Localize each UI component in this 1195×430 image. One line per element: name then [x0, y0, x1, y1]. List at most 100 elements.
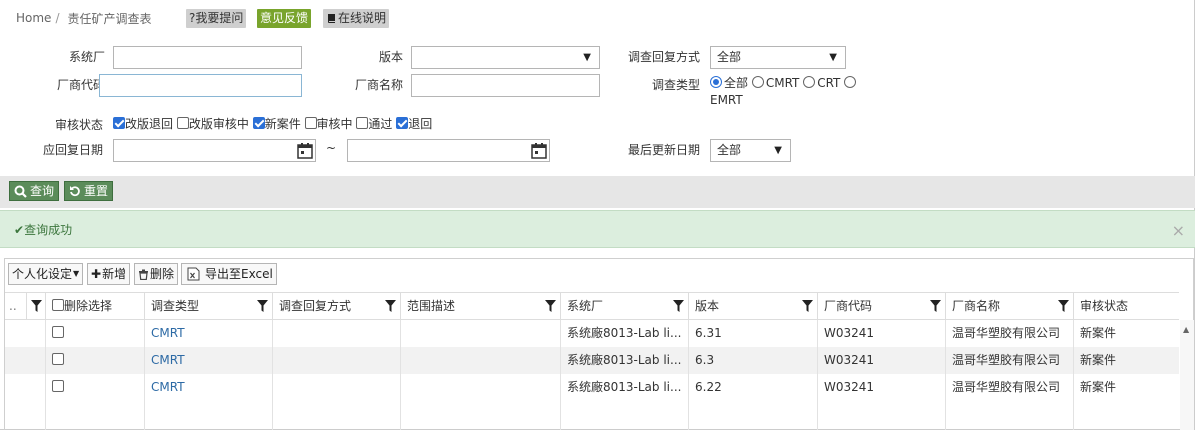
checkbox-icon[interactable]	[52, 353, 64, 365]
personalize-label: 个人化设定	[12, 267, 73, 281]
column-filter[interactable]	[27, 293, 46, 319]
reply-method-cell	[273, 320, 401, 347]
radio-icon	[844, 76, 857, 88]
filter-icon[interactable]	[673, 300, 684, 312]
filter-icon[interactable]	[385, 300, 396, 312]
ask-question-button[interactable]: ?我要提问	[186, 9, 247, 28]
reply-method-cell	[273, 347, 401, 374]
survey-type-option-cmrt[interactable]: CMRT	[751, 76, 800, 90]
calendar-icon[interactable]	[531, 142, 547, 159]
checkbox-icon[interactable]	[52, 326, 64, 338]
scope-cell	[401, 374, 561, 401]
column-header-scope[interactable]: 范围描述	[401, 293, 561, 319]
vendor-name-input[interactable]	[411, 74, 600, 97]
radio-icon	[751, 76, 764, 88]
online-manual-label: 在线说明	[338, 11, 387, 25]
online-manual-button[interactable]: 在线说明	[323, 9, 390, 28]
close-icon[interactable]: ×	[1172, 221, 1185, 240]
column-header-vendor-name[interactable]: 厂商名称	[946, 293, 1074, 319]
system-factory-cell: 系统廠8013-Lab li...	[561, 374, 689, 401]
survey-type-link[interactable]: CMRT	[145, 320, 273, 347]
reply-method-select[interactable]: 全部 ▼	[710, 46, 846, 69]
checkbox-icon[interactable]	[52, 380, 64, 392]
delete-button[interactable]: 删除	[134, 263, 179, 285]
row-selector-cell[interactable]	[5, 374, 46, 401]
version-cell: 6.3	[689, 347, 818, 374]
calendar-icon[interactable]	[297, 142, 313, 159]
survey-type-link[interactable]: CMRT	[145, 374, 273, 401]
column-header-label: 厂商代码	[824, 299, 873, 313]
delete-select-cell[interactable]	[46, 347, 145, 374]
column-header-reply-method[interactable]: 调查回复方式	[273, 293, 401, 319]
column-header-label: 系统厂	[567, 299, 604, 313]
survey-type-option-crt[interactable]: CRT	[803, 76, 840, 90]
column-header-row-selector[interactable]: ..	[5, 293, 27, 319]
review-status-cell: 新案件	[1080, 380, 1117, 394]
survey-type-option-all[interactable]: 全部	[710, 76, 748, 90]
survey-type-link[interactable]: CMRT	[145, 347, 273, 374]
scroll-up-icon[interactable]: ▲	[1183, 325, 1189, 334]
plus-icon: ✚	[91, 267, 102, 281]
table-row[interactable]: CMRT 系统廠8013-Lab li... 6.31 W03241 温哥华塑胶…	[5, 320, 1179, 347]
vendor-code-cell: W03241	[818, 374, 946, 401]
reset-button[interactable]: 重置	[64, 181, 114, 201]
column-header-system-factory[interactable]: 系统厂	[561, 293, 689, 319]
checkbox-icon[interactable]	[52, 299, 64, 311]
filter-icon[interactable]	[802, 300, 813, 312]
query-button[interactable]: 查询	[9, 181, 60, 201]
column-header-label: 调查回复方式	[279, 299, 352, 313]
export-excel-button[interactable]: 导出至Excel	[181, 263, 277, 285]
review-status-option[interactable]: 通过	[356, 117, 392, 131]
column-header-delete-select[interactable]: 删除选择	[46, 293, 145, 319]
row-selector-cell[interactable]	[5, 320, 46, 347]
column-header-version[interactable]: 版本	[689, 293, 818, 319]
reply-method-cell	[273, 374, 401, 401]
table-row[interactable]: CMRT 系统廠8013-Lab li... 6.22 W03241 温哥华塑胶…	[5, 374, 1179, 401]
column-header-label: 版本	[695, 299, 720, 313]
filter-icon[interactable]	[545, 300, 556, 312]
review-status-option-label: 退回	[408, 117, 433, 131]
reply-date-to-input[interactable]	[347, 139, 550, 162]
feedback-button[interactable]: 意见反馈	[257, 9, 312, 28]
column-header-review-status[interactable]: 审核状态	[1074, 293, 1179, 319]
search-action-bar: 查询 重置	[0, 176, 1195, 208]
table-row[interactable]: CMRT 系统廠8013-Lab li... 6.3 W03241 温哥华塑胶有…	[5, 347, 1179, 374]
empty-cell	[145, 401, 273, 430]
caret-down-icon: ▼	[774, 145, 782, 156]
survey-type-option-label: EMRT	[710, 93, 743, 107]
reply-date-from-input[interactable]	[113, 139, 316, 162]
last-update-label: 最后更新日期	[627, 143, 700, 157]
delete-select-cell[interactable]	[46, 374, 145, 401]
vertical-scrollbar[interactable]: ▲	[1180, 320, 1194, 430]
success-alert: ✔查询成功 ×	[0, 210, 1195, 248]
success-message-text: 查询成功	[24, 223, 73, 237]
survey-type-label: 调查类型	[651, 78, 700, 92]
add-button[interactable]: ✚ 新增	[87, 263, 131, 285]
filter-icon[interactable]	[1058, 300, 1069, 312]
filter-icon[interactable]	[930, 300, 941, 312]
review-status-option[interactable]: 新案件	[252, 117, 301, 131]
system-factory-cell: 系统廠8013-Lab li...	[561, 320, 689, 347]
review-status-option[interactable]: 改版退回	[113, 117, 173, 131]
date-range-separator: ~	[326, 141, 337, 155]
vendor-code-label: 厂商代码	[56, 78, 105, 92]
delete-select-cell[interactable]	[46, 320, 145, 347]
survey-type-option-label: CMRT	[765, 76, 800, 90]
vendor-code-input[interactable]	[99, 74, 302, 97]
row-selector-cell[interactable]	[5, 347, 46, 374]
column-header-label: 厂商名称	[952, 299, 1001, 313]
filter-icon[interactable]	[257, 300, 268, 312]
review-status-option[interactable]: 改版审核中	[176, 117, 249, 131]
column-header-survey-type[interactable]: 调查类型	[145, 293, 273, 319]
breadcrumb-current: 责任矿产调查表	[67, 11, 152, 26]
reply-method-value: 全部	[717, 50, 742, 64]
breadcrumb-home[interactable]: Home	[16, 11, 51, 25]
review-status-option[interactable]: 退回	[396, 117, 432, 131]
survey-type-option-label: CRT	[817, 76, 841, 90]
review-status-option[interactable]: 审核中	[304, 117, 353, 131]
version-select[interactable]: ▼	[411, 46, 600, 69]
column-header-vendor-code[interactable]: 厂商代码	[818, 293, 946, 319]
system-factory-input[interactable]	[113, 46, 302, 69]
last-update-select[interactable]: 全部 ▼	[710, 139, 791, 162]
personalize-dropdown[interactable]: 个人化设定 ▼	[8, 263, 84, 285]
